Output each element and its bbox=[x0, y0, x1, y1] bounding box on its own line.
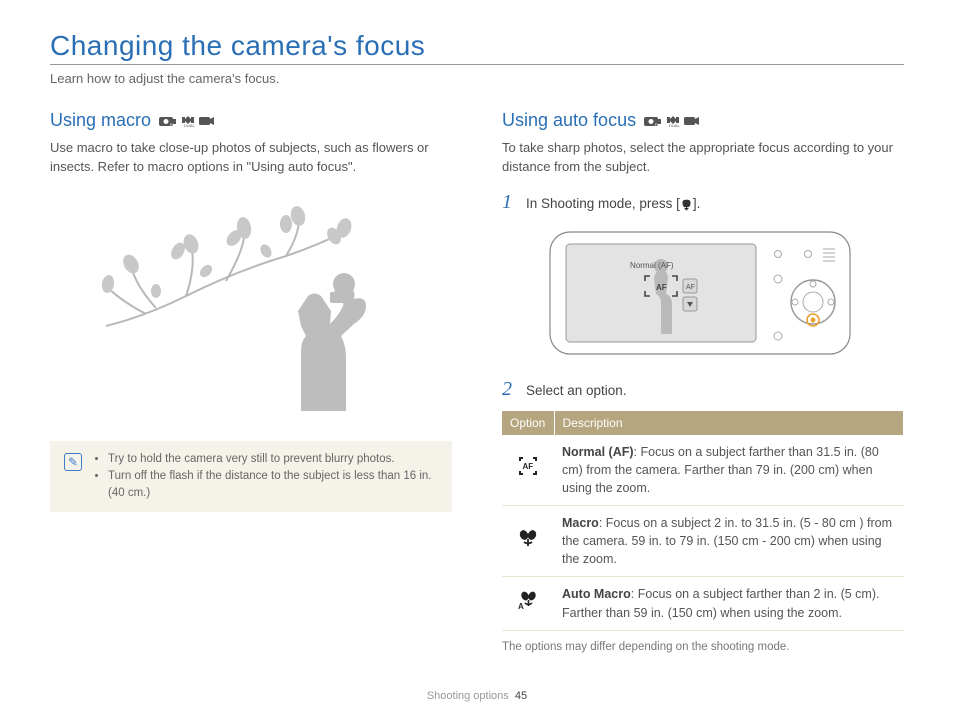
macro-button-icon bbox=[680, 198, 693, 211]
step-number: 2 bbox=[502, 378, 516, 401]
step-2-text: Select an option. bbox=[526, 383, 627, 398]
svg-text:AF: AF bbox=[686, 284, 695, 291]
mode-icons-group: P DUAL bbox=[644, 115, 700, 127]
section-heading-autofocus: Using auto focus P DUAL bbox=[502, 110, 904, 131]
svg-text:DUAL: DUAL bbox=[184, 123, 195, 127]
th-option: Option bbox=[502, 411, 554, 435]
option-auto-macro-icon: A bbox=[502, 577, 554, 630]
svg-text:P: P bbox=[655, 122, 658, 127]
mode-program-icon: P bbox=[159, 115, 177, 127]
step1-suffix: ]. bbox=[693, 196, 701, 211]
option-macro-icon bbox=[502, 506, 554, 577]
step-number: 1 bbox=[502, 191, 516, 214]
camera-illustration: AF AF Normal (AF) bbox=[502, 224, 904, 364]
footer-page-number: 45 bbox=[515, 690, 527, 702]
page-intro: Learn how to adjust the camera's focus. bbox=[50, 71, 904, 86]
camera-screen-label: Normal (AF) bbox=[630, 261, 674, 270]
option-auto-macro-desc: Auto Macro: Focus on a subject farther t… bbox=[554, 577, 904, 630]
page-title: Changing the camera's focus bbox=[50, 30, 904, 62]
page-footer: Shooting options 45 bbox=[0, 690, 954, 702]
mode-program-icon: P bbox=[644, 115, 662, 127]
step-2: 2 Select an option. bbox=[502, 378, 904, 401]
mode-icons-group: P DUAL bbox=[159, 115, 215, 127]
content-columns: Using macro P DUAL Use macro to take clo… bbox=[50, 110, 904, 653]
th-description: Description bbox=[554, 411, 904, 435]
option-normal-af-icon: AF bbox=[502, 435, 554, 506]
mode-dual-icon: DUAL bbox=[666, 115, 680, 127]
step-1-text: In Shooting mode, press []. bbox=[526, 196, 700, 211]
options-table: Option Description AF Normal (AF): Focus… bbox=[502, 411, 904, 631]
title-divider bbox=[50, 64, 904, 65]
option-normal-af-desc: Normal (AF): Focus on a subject farther … bbox=[554, 435, 904, 506]
svg-text:AF: AF bbox=[656, 283, 667, 292]
table-footnote: The options may differ depending on the … bbox=[502, 641, 904, 653]
section-heading-macro: Using macro P DUAL bbox=[50, 110, 452, 131]
step-1: 1 In Shooting mode, press []. bbox=[502, 191, 904, 214]
mode-dual-icon: DUAL bbox=[181, 115, 195, 127]
footer-section: Shooting options bbox=[427, 690, 509, 702]
heading-text: Using macro bbox=[50, 110, 151, 131]
macro-body-text: Use macro to take close-up photos of sub… bbox=[50, 139, 452, 177]
mode-movie-icon bbox=[684, 115, 700, 127]
note-icon: ✎ bbox=[64, 453, 82, 471]
note-item: Try to hold the camera very still to pre… bbox=[108, 451, 438, 468]
svg-text:DUAL: DUAL bbox=[669, 123, 680, 127]
table-row: A Auto Macro: Focus on a subject farther… bbox=[502, 577, 904, 630]
table-row: Macro: Focus on a subject 2 in. to 31.5 … bbox=[502, 506, 904, 577]
mode-movie-icon bbox=[199, 115, 215, 127]
table-row: AF Normal (AF): Focus on a subject farth… bbox=[502, 435, 904, 506]
right-column: Using auto focus P DUAL To take sharp ph… bbox=[502, 110, 904, 653]
note-list: Try to hold the camera very still to pre… bbox=[94, 451, 438, 503]
macro-illustration bbox=[50, 191, 452, 421]
autofocus-body-text: To take sharp photos, select the appropr… bbox=[502, 139, 904, 177]
svg-text:P: P bbox=[170, 122, 173, 127]
heading-text: Using auto focus bbox=[502, 110, 636, 131]
option-macro-desc: Macro: Focus on a subject 2 in. to 31.5 … bbox=[554, 506, 904, 577]
note-box: ✎ Try to hold the camera very still to p… bbox=[50, 441, 452, 513]
svg-text:A: A bbox=[518, 602, 524, 611]
note-item: Turn off the flash if the distance to th… bbox=[108, 468, 438, 503]
left-column: Using macro P DUAL Use macro to take clo… bbox=[50, 110, 452, 653]
svg-text:AF: AF bbox=[523, 462, 534, 471]
step1-prefix: In Shooting mode, press [ bbox=[526, 196, 680, 211]
